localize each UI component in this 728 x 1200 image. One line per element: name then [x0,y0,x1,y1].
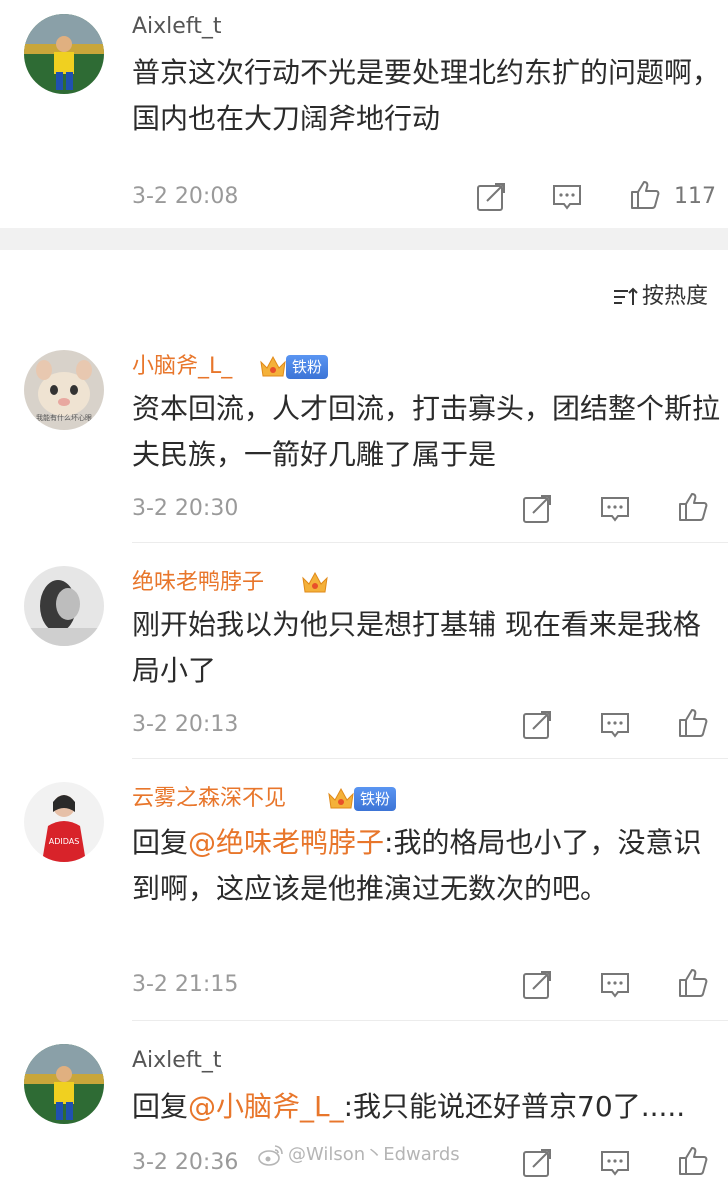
avatar[interactable]: ADIDAS [24,782,104,862]
watermark: @Wilson丶Edwards [258,1142,460,1168]
crown-icon [328,787,354,809]
reply-text: :我只能说还好普京70了..... [343,1090,686,1123]
avatar[interactable]: 我能有什么坏心眼 [24,350,104,430]
crown-icon [302,571,328,593]
avatar-caption: 我能有什么坏心眼 [36,413,92,422]
timestamp: 3-2 20:13 [132,712,239,737]
avatar[interactable] [24,14,104,94]
mention-link[interactable]: @小脑斧_L_ [188,1090,344,1123]
comment-text: 普京这次行动不光是要处理北约东扩的问题啊，国内也在大刀阔斧地行动 [132,56,721,135]
username[interactable]: 小脑斧_L_ [132,352,232,382]
comment-icon[interactable] [598,708,632,742]
comment-icon[interactable] [598,492,632,526]
comment-text: 回复@绝味老鸭脖子:我的格局也小了，没意识到啊，这应该是他推演过无数次的吧。 [132,820,722,912]
comment-text: 刚开始我以为他只是想打基辅 现在看来是我格局小了 [132,608,701,687]
username[interactable]: 云雾之森深不见 [132,784,286,814]
fan-badge: 铁粉 [354,787,397,811]
sort-icon [613,287,638,305]
section-divider [0,228,728,250]
avatar[interactable] [24,566,104,646]
share-icon[interactable] [520,492,554,526]
avatar[interactable] [24,1044,104,1124]
like-icon[interactable] [676,966,710,1000]
share-icon[interactable] [520,708,554,742]
divider [132,542,728,543]
comment-icon[interactable] [598,968,632,1002]
fan-badge: 铁粉 [286,355,329,379]
like-icon[interactable] [676,706,710,740]
crown-icon [260,355,286,377]
watermark-text: @Wilson丶Edwards [288,1144,460,1165]
timestamp: 3-2 20:30 [132,496,239,521]
timestamp: 3-2 21:15 [132,972,239,997]
comment-text: 回复@小脑斧_L_:我只能说还好普京70了..... [132,1084,722,1130]
timestamp: 3-2 20:08 [132,184,239,209]
share-icon[interactable] [474,180,508,214]
divider [132,1020,728,1021]
reply-prefix: 回复 [132,1090,189,1123]
comment-icon[interactable] [598,1146,632,1180]
share-icon[interactable] [520,968,554,1002]
svg-text:ADIDAS: ADIDAS [49,837,80,846]
divider [132,758,728,759]
comment-text: 资本回流，人才回流，打击寡头，团结整个斯拉夫民族，一箭好几雕了属于是 [132,392,721,471]
weibo-logo-icon [258,1145,283,1166]
reply-prefix: 回复 [132,826,189,859]
username[interactable]: 绝味老鸭脖子 [132,568,264,598]
sort-by-hot-button[interactable]: 按热度 [612,282,708,312]
sort-label: 按热度 [641,284,708,309]
timestamp: 3-2 20:36 [132,1150,239,1175]
like-count: 117 [674,184,716,209]
like-icon[interactable] [676,490,710,524]
like-icon[interactable] [676,1144,710,1178]
top-comment: Aixleft_t 普京这次行动不光是要处理北约东扩的问题啊，国内也在大刀阔斧地… [0,0,728,228]
share-icon[interactable] [520,1146,554,1180]
comment-icon[interactable] [550,180,584,214]
like-icon[interactable] [628,178,662,212]
username[interactable]: Aixleft_t [132,1046,221,1076]
mention-link[interactable]: @绝味老鸭脖子 [188,826,384,859]
username[interactable]: Aixleft_t [132,12,221,42]
